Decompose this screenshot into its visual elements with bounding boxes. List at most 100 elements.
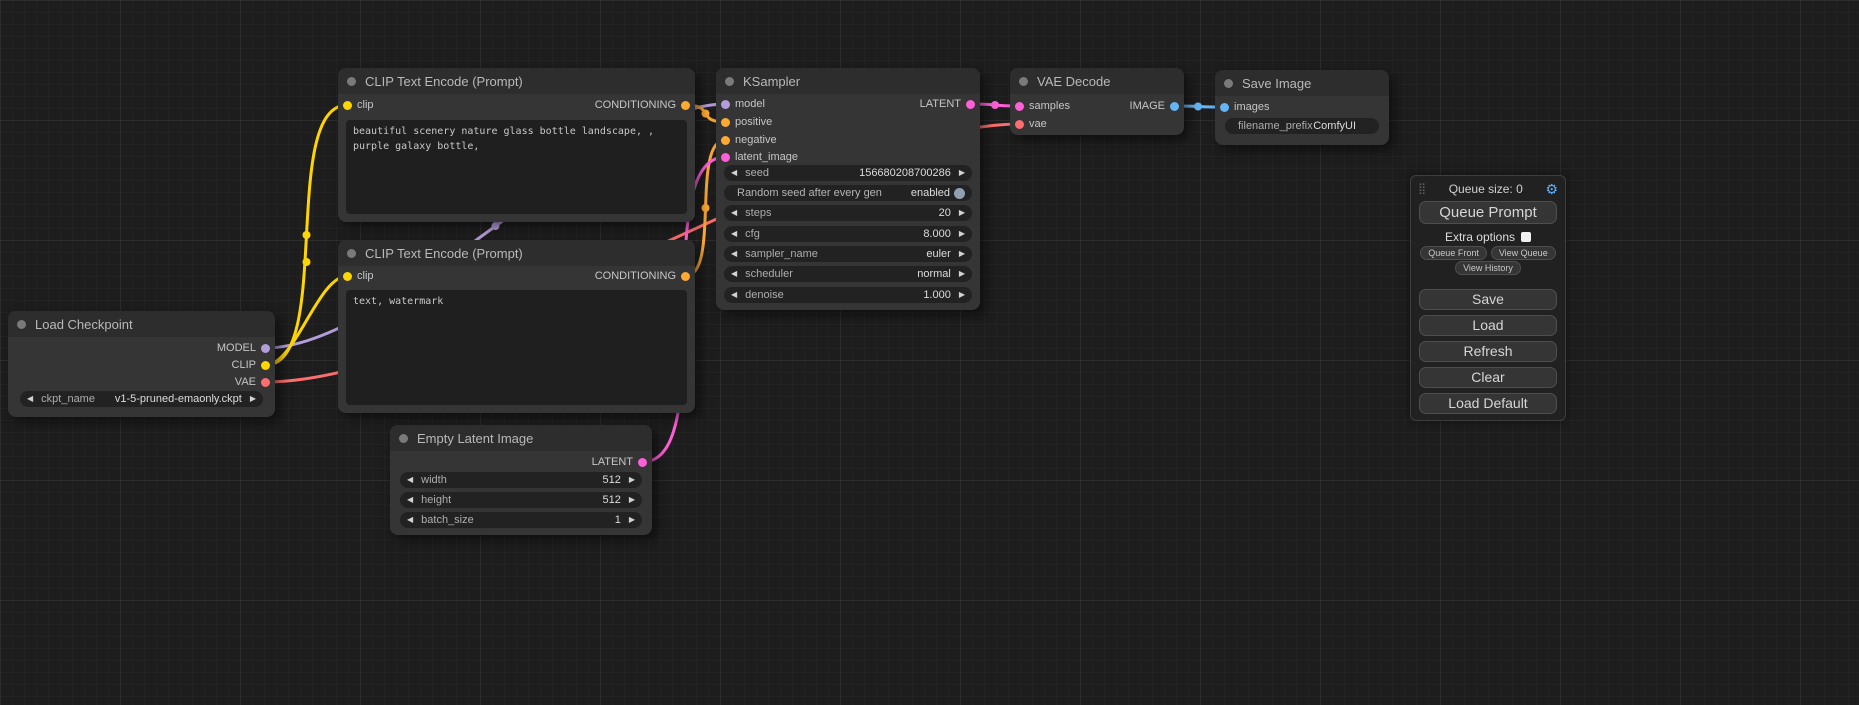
node-title-bar[interactable]: Empty Latent Image: [390, 425, 652, 451]
save-button[interactable]: Save: [1419, 289, 1557, 310]
wire-positive-dot: [702, 110, 710, 118]
load-default-button[interactable]: Load Default: [1419, 393, 1557, 414]
image-output-port[interactable]: [1170, 102, 1179, 111]
widget-value: ComfyUI: [1313, 120, 1356, 132]
extra-options-checkbox[interactable]: [1521, 232, 1531, 242]
latent-output-label: LATENT: [920, 98, 961, 110]
collapse-dot-icon[interactable]: [1224, 79, 1233, 88]
widget-value: 1: [615, 514, 621, 526]
view-queue-button[interactable]: View Queue: [1491, 246, 1556, 260]
height-widget[interactable]: ◀ height 512 ▶: [400, 492, 642, 508]
node-save-image[interactable]: Save Image images filename_prefix ComfyU…: [1215, 70, 1389, 145]
filename-prefix-widget[interactable]: filename_prefix ComfyUI: [1225, 118, 1379, 134]
increment-arrow-icon[interactable]: ▶: [959, 250, 965, 258]
batch-size-widget[interactable]: ◀ batch_size 1 ▶: [400, 512, 642, 528]
steps-widget[interactable]: ◀ steps 20 ▶: [724, 205, 972, 221]
collapse-dot-icon[interactable]: [399, 434, 408, 443]
vae-input-port[interactable]: [1015, 120, 1024, 129]
collapse-dot-icon[interactable]: [725, 77, 734, 86]
node-ksampler[interactable]: KSampler model LATENT positive negative …: [716, 68, 980, 310]
widget-name: seed: [745, 167, 769, 179]
vae-output-label: VAE: [235, 376, 256, 388]
node-clip-text-encode-negative[interactable]: CLIP Text Encode (Prompt) clip CONDITION…: [338, 240, 695, 413]
collapse-dot-icon[interactable]: [17, 320, 26, 329]
prompt-text-area[interactable]: text, watermark: [346, 290, 687, 405]
queue-size-label: Queue size: 0: [1426, 182, 1545, 196]
node-title-bar[interactable]: VAE Decode: [1010, 68, 1184, 94]
increment-arrow-icon[interactable]: ▶: [959, 291, 965, 299]
decrement-arrow-icon[interactable]: ◀: [731, 291, 737, 299]
decrement-arrow-icon[interactable]: ◀: [731, 270, 737, 278]
ckpt-name-widget[interactable]: ◀ ckpt_name v1-5-pruned-emaonly.ckpt ▶: [20, 391, 263, 407]
cfg-widget[interactable]: ◀ cfg 8.000 ▶: [724, 226, 972, 242]
vae-output-port[interactable]: [261, 378, 270, 387]
denoise-widget[interactable]: ◀ denoise 1.000 ▶: [724, 287, 972, 303]
drag-handle-icon[interactable]: ⣿: [1418, 184, 1426, 195]
node-title: KSampler: [743, 74, 800, 89]
seed-widget[interactable]: ◀ seed 156680208700286 ▶: [724, 165, 972, 181]
negative-input-port[interactable]: [721, 136, 730, 145]
queue-front-button[interactable]: Queue Front: [1420, 246, 1487, 260]
settings-gear-icon[interactable]: ⚙: [1545, 182, 1558, 196]
latent-image-input-port[interactable]: [721, 153, 730, 162]
latent-output-port[interactable]: [966, 100, 975, 109]
clip-output-slot: CLIP: [8, 356, 275, 374]
latent-output-slot: LATENT: [716, 95, 980, 113]
prompt-text-area[interactable]: beautiful scenery nature glass bottle la…: [346, 120, 687, 214]
node-title-bar[interactable]: CLIP Text Encode (Prompt): [338, 240, 695, 266]
decrement-arrow-icon[interactable]: ◀: [731, 209, 737, 217]
toggle-dot[interactable]: [954, 188, 965, 199]
latent-output-port[interactable]: [638, 458, 647, 467]
node-title: Save Image: [1242, 76, 1311, 91]
clip-output-port[interactable]: [261, 361, 270, 370]
node-title-bar[interactable]: Load Checkpoint: [8, 311, 275, 337]
decrement-arrow-icon[interactable]: ◀: [407, 496, 413, 504]
increment-arrow-icon[interactable]: ▶: [959, 169, 965, 177]
node-empty-latent-image[interactable]: Empty Latent Image LATENT ◀ width 512 ▶ …: [390, 425, 652, 535]
conditioning-output-port[interactable]: [681, 101, 690, 110]
decrement-arrow-icon[interactable]: ◀: [731, 169, 737, 177]
node-load-checkpoint[interactable]: Load Checkpoint MODEL CLIP VAE ◀ ckpt_na…: [8, 311, 275, 417]
node-title-bar[interactable]: Save Image: [1215, 70, 1389, 96]
increment-arrow-icon[interactable]: ▶: [629, 476, 635, 484]
increment-arrow-icon[interactable]: ▶: [250, 395, 256, 403]
decrement-arrow-icon[interactable]: ◀: [731, 250, 737, 258]
conditioning-output-label: CONDITIONING: [595, 270, 676, 282]
node-title: VAE Decode: [1037, 74, 1110, 89]
increment-arrow-icon[interactable]: ▶: [959, 230, 965, 238]
node-title-bar[interactable]: KSampler: [716, 68, 980, 94]
sampler-name-widget[interactable]: ◀ sampler_name euler ▶: [724, 246, 972, 262]
decrement-arrow-icon[interactable]: ◀: [27, 395, 33, 403]
conditioning-output-port[interactable]: [681, 272, 690, 281]
node-title-bar[interactable]: CLIP Text Encode (Prompt): [338, 68, 695, 94]
collapse-dot-icon[interactable]: [1019, 77, 1028, 86]
collapse-dot-icon[interactable]: [347, 249, 356, 258]
widget-name: cfg: [745, 228, 760, 240]
decrement-arrow-icon[interactable]: ◀: [407, 516, 413, 524]
random-seed-toggle-widget[interactable]: Random seed after every gen enabled: [724, 185, 972, 201]
clear-button[interactable]: Clear: [1419, 367, 1557, 388]
scheduler-widget[interactable]: ◀ scheduler normal ▶: [724, 266, 972, 282]
graph-canvas[interactable]: { "icons": { "decrement": "◀", "incremen…: [0, 0, 1859, 705]
increment-arrow-icon[interactable]: ▶: [629, 496, 635, 504]
conditioning-output-label: CONDITIONING: [595, 99, 676, 111]
model-output-port[interactable]: [261, 344, 270, 353]
refresh-button[interactable]: Refresh: [1419, 341, 1557, 362]
increment-arrow-icon[interactable]: ▶: [959, 209, 965, 217]
increment-arrow-icon[interactable]: ▶: [629, 516, 635, 524]
node-vae-decode[interactable]: VAE Decode samples IMAGE vae: [1010, 68, 1184, 135]
queue-buttons-row: Queue Front View Queue: [1418, 246, 1558, 260]
images-input-port[interactable]: [1220, 103, 1229, 112]
decrement-arrow-icon[interactable]: ◀: [731, 230, 737, 238]
decrement-arrow-icon[interactable]: ◀: [407, 476, 413, 484]
view-history-button[interactable]: View History: [1455, 261, 1521, 275]
widget-value: 8.000: [923, 228, 951, 240]
increment-arrow-icon[interactable]: ▶: [959, 270, 965, 278]
width-widget[interactable]: ◀ width 512 ▶: [400, 472, 642, 488]
positive-input-port[interactable]: [721, 118, 730, 127]
queue-prompt-button[interactable]: Queue Prompt: [1419, 201, 1557, 224]
node-clip-text-encode-positive[interactable]: CLIP Text Encode (Prompt) clip CONDITION…: [338, 68, 695, 222]
vae-input-slot: vae: [1010, 115, 1184, 133]
collapse-dot-icon[interactable]: [347, 77, 356, 86]
load-button[interactable]: Load: [1419, 315, 1557, 336]
